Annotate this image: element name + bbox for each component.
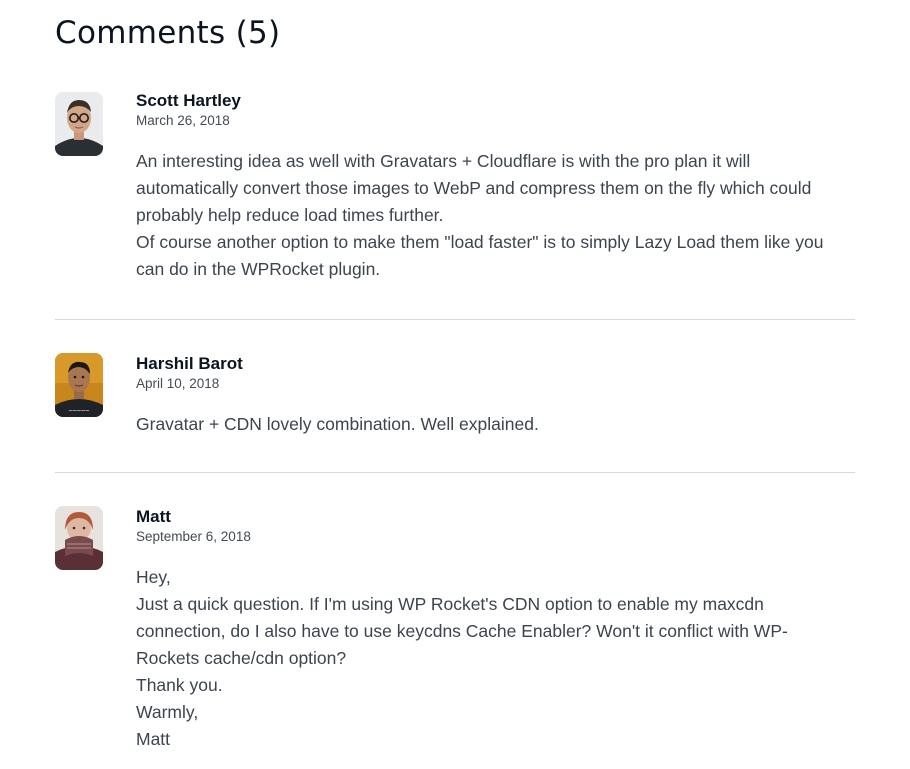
comment: Matt September 6, 2018 Hey, Just a quick…: [55, 506, 855, 753]
comment: ~~~~~ Harshil Barot April 10, 2018 Grava…: [55, 353, 855, 473]
comment-text-line: Rockets cache/cdn option?: [136, 648, 347, 668]
comment-text: Gravatar + CDN lovely combination. Well …: [136, 411, 855, 438]
comment-author[interactable]: Scott Hartley: [136, 90, 855, 112]
comment-text-line: Thank you.: [136, 675, 223, 695]
comment-text-line: automatically convert those images to We…: [136, 178, 812, 198]
comment-text-line: Matt: [136, 729, 171, 749]
comment-author[interactable]: Matt: [136, 506, 855, 528]
comment-text-line: Warmly,: [136, 702, 199, 722]
avatar-image: [55, 506, 103, 570]
avatar-image: [55, 92, 103, 156]
avatar[interactable]: ~~~~~: [55, 353, 103, 417]
comment-text-line: probably help reduce load times further.: [136, 205, 444, 225]
comment-date[interactable]: April 10, 2018: [136, 375, 855, 393]
comment-text: An interesting idea as well with Gravata…: [136, 148, 855, 283]
comment-text-line: Hey,: [136, 567, 171, 587]
comment-author[interactable]: Harshil Barot: [136, 353, 855, 375]
comment-body: Matt September 6, 2018 Hey, Just a quick…: [136, 506, 855, 753]
comment-text-line: can do in the WPRocket plugin.: [136, 259, 381, 279]
comment-text: Hey, Just a quick question. If I'm using…: [136, 564, 855, 753]
comment-text-line: connection, do I also have to use keycdn…: [136, 621, 788, 641]
comment-body: Scott Hartley March 26, 2018 An interest…: [136, 90, 855, 283]
comment: Scott Hartley March 26, 2018 An interest…: [55, 90, 855, 320]
comments-heading: Comments (5): [55, 15, 281, 51]
avatar[interactable]: [55, 92, 103, 156]
comment-date[interactable]: September 6, 2018: [136, 528, 855, 546]
comment-date[interactable]: March 26, 2018: [136, 112, 855, 130]
comment-body: Harshil Barot April 10, 2018 Gravatar + …: [136, 353, 855, 438]
comment-text-line: Gravatar + CDN lovely combination. Well …: [136, 414, 539, 434]
comment-text-line: Just a quick question. If I'm using WP R…: [136, 594, 764, 614]
avatar-image: ~~~~~: [55, 353, 103, 417]
comments-section: Comments (5) Scott Hartley March 26, 201…: [55, 0, 855, 753]
svg-text:~~~~~: ~~~~~: [68, 407, 89, 415]
comment-text-line: Of course another option to make them "l…: [136, 232, 824, 252]
avatar[interactable]: [55, 506, 103, 570]
comment-text-line: An interesting idea as well with Gravata…: [136, 151, 751, 171]
